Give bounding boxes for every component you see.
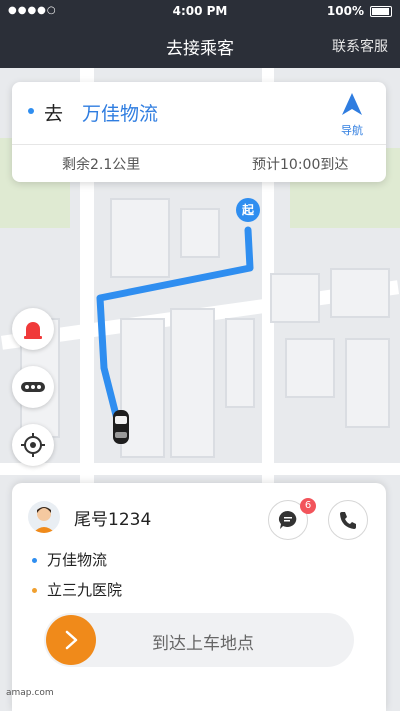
siren-icon (24, 322, 42, 339)
destination-prefix: 去 (44, 103, 64, 125)
status-bar: ●●●●○ 4:00 PM 100% (0, 0, 400, 22)
car-icon (113, 410, 129, 444)
destination-card: 去 万佳物流 导航 剩余2.1公里 预计10:00到达 (12, 82, 386, 182)
phone-icon (340, 512, 356, 529)
battery-percent: 100% (326, 4, 364, 18)
eta-text: 预计10:00到达 (252, 157, 349, 173)
dropoff-address: 立三九医院 (47, 581, 123, 599)
passenger-tail-number: 尾号1234 (74, 510, 152, 530)
passenger-avatar-icon (33, 507, 55, 533)
nav-bar: 去接乘客 联系客服 (0, 22, 400, 68)
locate-button[interactable] (12, 424, 54, 466)
alarm-button[interactable] (12, 308, 54, 350)
start-pin: 起 (236, 198, 260, 222)
battery-icon (370, 6, 392, 17)
dropoff-row: 立三九医院 (32, 579, 122, 600)
dropoff-dot (32, 588, 37, 593)
slider-label: 到达上车地点 (152, 634, 254, 654)
card-divider (12, 144, 386, 145)
pickup-address: 万佳物流 (47, 551, 108, 569)
unread-badge: 6 (300, 498, 316, 514)
chat-bubble-icon (279, 511, 297, 529)
destination-name: 万佳物流 (82, 103, 159, 125)
call-button[interactable] (328, 500, 368, 540)
avatar (28, 501, 60, 533)
destination-dot (28, 108, 34, 114)
crosshair-icon (21, 433, 45, 457)
chevron-right-icon (65, 630, 78, 650)
pickup-row: 万佳物流 (32, 549, 107, 570)
slider-knob[interactable] (46, 615, 96, 665)
pickup-dot (32, 558, 37, 563)
more-options-button[interactable] (12, 366, 54, 408)
navigate-button[interactable]: 导航 (334, 92, 370, 138)
passenger-card: 尾号1234 6 万佳物流 立三九医院 到达上车地点 (12, 483, 386, 711)
remaining-distance: 剩余2.1公里 (62, 157, 141, 173)
contact-service-button[interactable]: 联系客服 (332, 36, 388, 56)
map-attribution: amap.com (6, 688, 54, 698)
navigate-label: 导航 (341, 124, 363, 137)
arrive-slider[interactable]: 到达上车地点 (44, 613, 354, 667)
navigation-arrow-icon (342, 93, 362, 115)
ellipsis-icon (21, 382, 45, 392)
